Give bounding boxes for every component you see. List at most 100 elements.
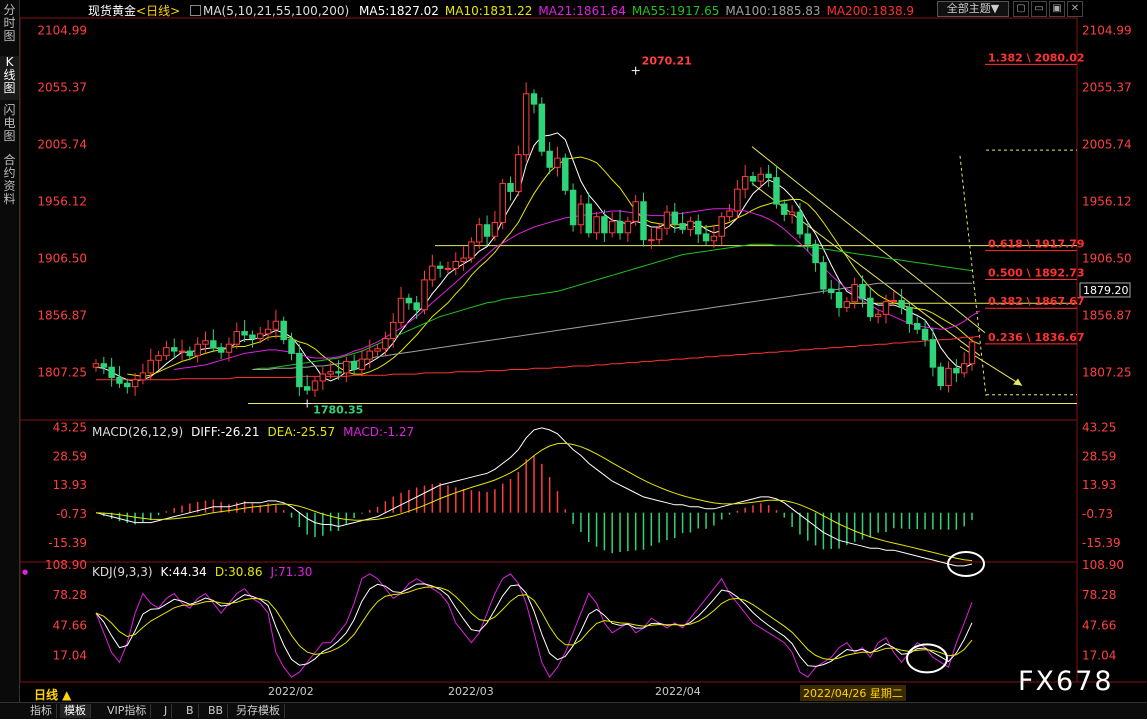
candle-body xyxy=(522,93,530,156)
y-tick-label: 2055.37 xyxy=(1082,81,1132,95)
candle-body xyxy=(820,262,827,290)
candle-body xyxy=(444,267,452,270)
legend-item: J:71.30 xyxy=(270,565,313,579)
candle-body xyxy=(953,367,960,374)
candle-body xyxy=(319,373,327,382)
legend-item: MACD:-1.27 xyxy=(343,425,415,439)
x-tick-label: 2022/04 xyxy=(655,685,701,698)
y-tick-label: 47.66 xyxy=(1082,618,1116,632)
y-tick-label: 1856.87 xyxy=(37,309,87,323)
tab-vip-indicators[interactable]: VIP指标 xyxy=(103,704,152,718)
y-tick-label: 108.90 xyxy=(1082,558,1124,572)
candle-body xyxy=(726,210,733,218)
period-tag[interactable]: <日线> xyxy=(136,4,180,18)
tab-templates[interactable]: 模板 xyxy=(60,704,91,718)
candle-body xyxy=(898,300,905,308)
candle-body xyxy=(288,339,295,354)
y-tick-label: 2104.99 xyxy=(37,24,87,38)
legend-item: K:44.34 xyxy=(160,565,207,579)
candle-body xyxy=(374,348,381,352)
window-minimize-icon[interactable]: ▭ xyxy=(1031,1,1047,17)
ma-values: MA5:1827.02 MA10:1831.22 MA21:1861.64 MA55:… xyxy=(359,4,920,18)
candle-body xyxy=(476,224,483,243)
candle-body xyxy=(788,211,796,215)
candle-body xyxy=(921,328,929,341)
candle-body xyxy=(648,239,655,242)
tab-indicators[interactable]: 指标 xyxy=(26,704,57,718)
theme-selector[interactable]: 全部主题▼ xyxy=(937,1,1009,17)
chart-stage[interactable]: 2104.99 2104.99 2055.37 2055.37 2005.74 2005.… xyxy=(0,0,1147,718)
y-tick-label: 108.90 xyxy=(45,558,87,572)
candle-body xyxy=(397,297,405,323)
kdj-marker-icon: ● xyxy=(22,568,28,576)
ma-line-MA55 xyxy=(252,243,973,370)
candle-body xyxy=(608,220,616,234)
candle-body xyxy=(366,350,373,360)
candle-body xyxy=(116,377,123,384)
candle-body xyxy=(616,220,624,234)
legend-item: D:30.86 xyxy=(214,565,263,579)
candle-body xyxy=(92,363,100,368)
y-tick-label: 1956.12 xyxy=(1082,195,1132,209)
y-tick-label: 43.25 xyxy=(1082,420,1116,434)
candle-body xyxy=(906,306,913,325)
y-tick-label: -15.39 xyxy=(48,536,87,550)
fib-label: 0.618 \ 1917.79 xyxy=(988,238,1085,251)
tab-intraday[interactable]: 分时图 xyxy=(0,4,19,52)
candle-body xyxy=(186,350,194,357)
candle-body xyxy=(593,216,600,234)
candle-body xyxy=(413,302,420,311)
candle-body xyxy=(233,331,241,345)
y-tick-label: -0.73 xyxy=(56,507,87,521)
candle-body xyxy=(632,201,639,222)
tab-contract[interactable]: 合约资料 xyxy=(0,154,19,214)
ma-line-MA10 xyxy=(127,156,981,377)
candle-body xyxy=(139,372,147,381)
tab-b[interactable]: B xyxy=(182,704,199,718)
candle-body xyxy=(210,340,217,349)
current-date-label: 2022/04/26 星期二 xyxy=(800,685,906,701)
candle-body xyxy=(327,371,334,375)
ma-legend-item: MA10:1831.22 xyxy=(444,4,533,18)
tab-bb[interactable]: BB xyxy=(204,704,229,718)
candle-body xyxy=(671,211,679,225)
window-maximize-icon[interactable]: ▣ xyxy=(1049,1,1065,17)
ma-toggle-icon[interactable] xyxy=(189,5,201,16)
candle-body xyxy=(914,323,921,330)
candle-body xyxy=(554,157,561,168)
ma-params: MA(5,10,21,55,100,200) xyxy=(202,4,350,18)
candle-body xyxy=(859,283,866,299)
window-restore-icon[interactable]: ▢ xyxy=(1013,1,1029,17)
window-close-icon[interactable]: ✕ xyxy=(1067,1,1083,17)
panel-border xyxy=(19,419,1078,563)
tab-lightning[interactable]: 闪电图 xyxy=(0,104,19,150)
fx678-logo: FX678 xyxy=(1018,666,1114,697)
candle-body xyxy=(405,297,413,304)
legend-item: DEA:-25.57 xyxy=(267,425,336,439)
candle-body xyxy=(687,220,694,230)
y-tick-label: 2005.74 xyxy=(1082,138,1132,152)
legend-item: DIFF:-26.21 xyxy=(191,425,260,439)
y-tick-label: 1856.87 xyxy=(1082,309,1132,323)
tab-save-template[interactable]: 另存模板 xyxy=(232,704,285,718)
tab-kline[interactable]: K线图 xyxy=(0,56,19,100)
candle-body xyxy=(225,343,233,353)
kdj-legend: KDJ(9,3,3) K:44.34 D:30.86 J:71.30 xyxy=(92,565,320,579)
y-tick-label: 78.28 xyxy=(53,588,87,602)
candle-body xyxy=(890,300,898,303)
candle-body xyxy=(765,173,772,179)
candle-body xyxy=(827,288,835,294)
y-tick-label: 13.93 xyxy=(1082,478,1116,492)
tab-j[interactable]: J xyxy=(160,704,173,718)
candle-body xyxy=(311,380,319,391)
y-tick-label: -0.73 xyxy=(1082,507,1113,521)
candle-body xyxy=(163,347,170,357)
ma-legend-item: MA21:1861.64 xyxy=(538,4,626,18)
y-tick-label: 2104.99 xyxy=(1082,24,1132,38)
y-tick-label: 47.66 xyxy=(53,618,87,632)
candle-body xyxy=(257,333,264,339)
y-tick-label: 28.59 xyxy=(1082,449,1116,463)
period-selector[interactable]: 日线 ▲ xyxy=(34,686,71,703)
candle-body xyxy=(460,257,467,262)
candle-body xyxy=(741,176,749,190)
